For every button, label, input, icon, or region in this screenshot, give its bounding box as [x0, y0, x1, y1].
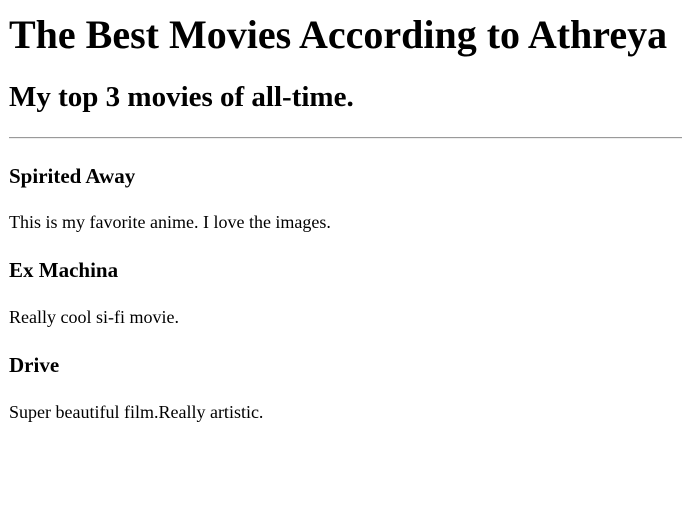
movie-title: Spirited Away	[9, 164, 136, 188]
movie-entry-ex-machina: Ex Machina Really cool si-fi movie.	[9, 257, 673, 328]
movie-description: Super beautiful film.Really artistic.	[9, 402, 264, 422]
movie-description: Really cool si-fi movie.	[9, 307, 179, 327]
page-subtitle: My top 3 movies of all-time.	[9, 81, 354, 113]
movie-entry-drive: Drive Super beautiful film.Really artist…	[9, 352, 673, 423]
movie-description: This is my favorite anime. I love the im…	[9, 212, 331, 232]
movie-title: Ex Machina	[9, 258, 119, 282]
page-content: The Best Movies According to Athreya My …	[9, 12, 682, 423]
page-title: The Best Movies According to Athreya	[9, 12, 668, 57]
horizontal-divider	[9, 137, 682, 139]
movie-entry-spirited-away: Spirited Away This is my favorite anime.…	[9, 163, 673, 233]
movie-title: Drive	[9, 353, 60, 377]
